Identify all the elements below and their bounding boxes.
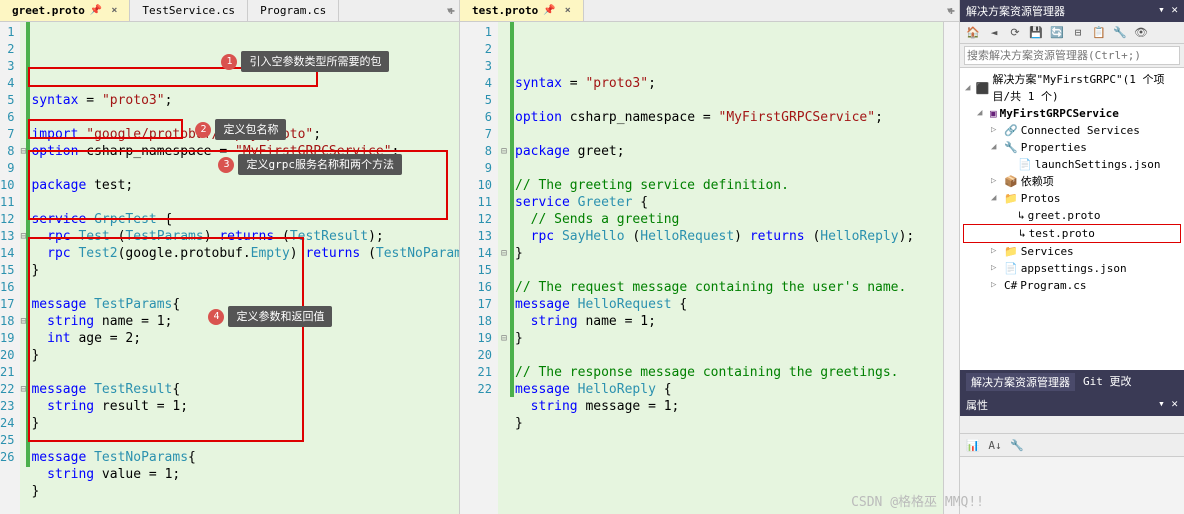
explorer-tabs: 解决方案资源管理器 Git 更改 <box>960 370 1184 394</box>
tree-item[interactable]: ▷📦依赖项 <box>963 173 1181 190</box>
tab-testservice[interactable]: TestService.cs <box>130 0 248 21</box>
tree-item[interactable]: ▷🔗Connected Services <box>963 122 1181 139</box>
scrollbar[interactable] <box>943 22 959 514</box>
mid-editor[interactable]: 12345678910111213141516171819202122 ⊟⊟⊟ … <box>460 22 959 514</box>
tree-item[interactable]: ↳test.proto <box>963 224 1181 243</box>
tab-program[interactable]: Program.cs <box>248 0 339 21</box>
annotation-2: 2定义包名称 <box>195 119 286 140</box>
tree-item[interactable]: ▷📄appsettings.json <box>963 260 1181 277</box>
sync-icon[interactable]: ⟳ <box>1006 24 1024 42</box>
close-icon[interactable]: × <box>111 5 117 16</box>
categorize-icon[interactable]: 📊 <box>964 436 982 454</box>
save-icon[interactable]: 💾 <box>1027 24 1045 42</box>
tab-greet-proto[interactable]: greet.proto📌× <box>0 0 130 21</box>
solution-node[interactable]: ◢⬛解决方案"MyFirstGRPC"(1 个项目/共 1 个) <box>963 71 1181 105</box>
annotation-4: 4定义参数和返回值 <box>208 306 332 327</box>
annotation-1: 1引入空参数类型所需要的包 <box>221 51 389 72</box>
tree-item[interactable]: ↳greet.proto <box>963 207 1181 224</box>
panel-dropdown-icon[interactable]: ▾ ✕ <box>1158 397 1178 413</box>
show-all-icon[interactable]: 📋 <box>1090 24 1108 42</box>
solution-explorer-title: 解决方案资源管理器 <box>966 3 1065 19</box>
code-area[interactable]: syntax = "proto3"; import "google/protob… <box>26 22 459 514</box>
solution-toolbar: 🏠 ◄ ⟳ 💾 🔄 ⊟ 📋 🔧 👁 <box>960 22 1184 44</box>
properties-toolbar: 📊 A↓ 🔧 <box>960 434 1184 457</box>
properties-icon[interactable]: 🔧 <box>1111 24 1129 42</box>
search-input[interactable] <box>964 46 1180 65</box>
annotation-3: 3定义grpc服务名称和两个方法 <box>218 154 402 175</box>
pin-icon[interactable]: 📌 <box>90 5 102 16</box>
solution-explorer-header: 解决方案资源管理器 ▾ ✕ <box>960 0 1184 22</box>
collapse-icon[interactable]: ⊟ <box>1069 24 1087 42</box>
tree-item[interactable]: ◢🔧Properties <box>963 139 1181 156</box>
tab-solution-explorer[interactable]: 解决方案资源管理器 <box>966 373 1075 391</box>
solution-tree[interactable]: ◢⬛解决方案"MyFirstGRPC"(1 个项目/共 1 个) ◢▣MyFir… <box>960 68 1184 370</box>
close-icon[interactable]: × <box>565 5 571 16</box>
tree-item[interactable]: ◢📁Protos <box>963 190 1181 207</box>
home-icon[interactable]: 🏠 <box>964 24 982 42</box>
properties-header: 属性 ▾ ✕ <box>960 394 1184 416</box>
back-icon[interactable]: ◄ <box>985 24 1003 42</box>
tab-test-proto[interactable]: test.proto📌× <box>460 0 584 21</box>
left-editor-pane: greet.proto📌× TestService.cs Program.cs … <box>0 0 460 514</box>
line-gutter: 1234567891011121314151617181920212223242… <box>0 22 20 514</box>
tree-item[interactable]: ▷📁Services <box>963 243 1181 260</box>
pin-icon[interactable]: 📌 <box>543 5 555 16</box>
alpha-icon[interactable]: A↓ <box>986 436 1004 454</box>
properties-panel: 属性 ▾ ✕ 📊 A↓ 🔧 <box>960 394 1184 514</box>
tree-item[interactable]: ▷C#Program.cs <box>963 277 1181 294</box>
tree-item[interactable]: 📄launchSettings.json <box>963 156 1181 173</box>
add-tab-button[interactable]: ✚ <box>448 3 455 17</box>
add-tab-button[interactable]: ✚ <box>948 3 955 17</box>
refresh-icon[interactable]: 🔄 <box>1048 24 1066 42</box>
code-area[interactable]: syntax = "proto3"; option csharp_namespa… <box>510 22 943 514</box>
left-editor[interactable]: 1234567891011121314151617181920212223242… <box>0 22 459 514</box>
project-node[interactable]: ◢▣MyFirstGRPCService <box>963 105 1181 122</box>
left-tabs: greet.proto📌× TestService.cs Program.cs … <box>0 0 459 22</box>
solution-search <box>960 44 1184 68</box>
preview-icon[interactable]: 👁 <box>1132 24 1150 42</box>
mid-editor-pane: test.proto📌× ▾ ✚ 12345678910111213141516… <box>460 0 960 514</box>
watermark: CSDN @格格巫 MMQ!! <box>851 491 984 510</box>
tab-git-changes[interactable]: Git 更改 <box>1083 373 1132 391</box>
solution-explorer-pane: 解决方案资源管理器 ▾ ✕ 🏠 ◄ ⟳ 💾 🔄 ⊟ 📋 🔧 👁 ◢⬛解决方案"M… <box>960 0 1184 514</box>
properties-title: 属性 <box>966 397 988 413</box>
fold-gutter[interactable]: ⊟⊟⊟ <box>498 22 510 514</box>
wrench-icon[interactable]: 🔧 <box>1008 436 1026 454</box>
mid-tabs: test.proto📌× ▾ ✚ <box>460 0 959 22</box>
panel-dropdown-icon[interactable]: ▾ ✕ <box>1158 3 1178 19</box>
line-gutter: 12345678910111213141516171819202122 <box>460 22 498 514</box>
